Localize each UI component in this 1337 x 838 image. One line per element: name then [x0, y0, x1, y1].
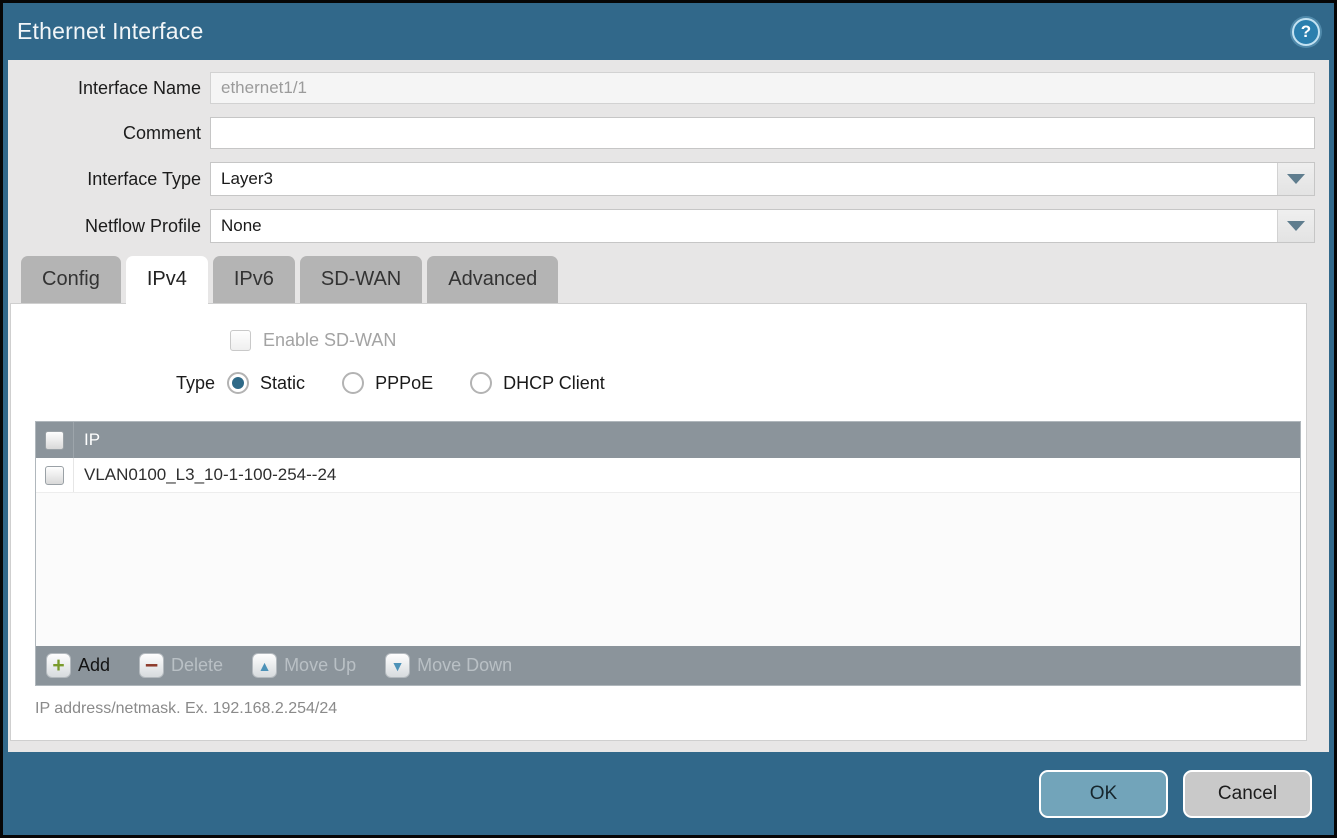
move-down-button: ▼ Move Down [385, 653, 512, 678]
help-icon[interactable]: ? [1292, 18, 1320, 46]
radio-pppoe[interactable] [342, 372, 364, 394]
radio-static[interactable] [227, 372, 249, 394]
interface-type-value: Layer3 [211, 163, 1277, 195]
cancel-button[interactable]: Cancel [1183, 770, 1312, 818]
move-up-button-label: Move Up [284, 655, 356, 676]
interface-type-dropdown[interactable]: Layer3 [210, 162, 1315, 196]
netflow-profile-label: Netflow Profile [8, 216, 210, 237]
move-up-button: ▲ Move Up [252, 653, 356, 678]
comment-row: Comment [8, 117, 1315, 149]
tab-bar: Config IPv4 IPv6 SD-WAN Advanced [21, 256, 1329, 303]
add-icon: + [46, 653, 71, 678]
move-down-icon: ▼ [385, 653, 410, 678]
tab-config[interactable]: Config [21, 256, 121, 303]
ip-format-hint: IP address/netmask. Ex. 192.168.2.254/24 [35, 700, 1306, 718]
tab-ipv6[interactable]: IPv6 [213, 256, 295, 303]
table-empty-area [36, 493, 1300, 646]
ip-cell: VLAN0100_L3_10-1-100-254--24 [74, 465, 336, 485]
add-button[interactable]: + Add [46, 653, 110, 678]
interface-name-label: Interface Name [8, 78, 210, 99]
comment-label: Comment [8, 123, 210, 144]
ipv4-panel: Enable SD-WAN Type Static PPPoE DHCP Cli… [10, 303, 1307, 741]
netflow-profile-row: Netflow Profile None [8, 209, 1315, 243]
type-radio-group: Type Static PPPoE DHCP Client [176, 372, 1306, 394]
delete-button-label: Delete [171, 655, 223, 676]
tab-sdwan[interactable]: SD-WAN [300, 256, 422, 303]
table-toolbar: + Add − Delete ▲ Move Up ▼ Move Down [36, 646, 1300, 685]
table-row[interactable]: VLAN0100_L3_10-1-100-254--24 [36, 458, 1300, 493]
enable-sdwan-label: Enable SD-WAN [263, 330, 396, 351]
radio-dhcp-client[interactable] [470, 372, 492, 394]
interface-type-label: Interface Type [8, 169, 210, 190]
enable-sdwan-checkbox [230, 330, 251, 351]
dialog-title: Ethernet Interface [17, 18, 203, 45]
dropdown-arrow-icon[interactable] [1277, 210, 1314, 242]
radio-dhcp-client-label[interactable]: DHCP Client [503, 373, 605, 394]
netflow-profile-value: None [211, 210, 1277, 242]
ip-column-header: IP [74, 430, 100, 450]
delete-button: − Delete [139, 653, 223, 678]
select-all-checkbox[interactable] [45, 431, 64, 450]
tab-ipv4[interactable]: IPv4 [126, 256, 208, 304]
ethernet-interface-dialog: Ethernet Interface ? Interface Name Comm… [0, 0, 1337, 838]
interface-form: Interface Name Comment Interface Type La… [8, 60, 1329, 243]
enable-sdwan-row: Enable SD-WAN [230, 330, 1306, 351]
move-down-button-label: Move Down [417, 655, 512, 676]
ip-table: IP VLAN0100_L3_10-1-100-254--24 + Add − … [35, 421, 1301, 686]
type-label: Type [176, 373, 215, 394]
move-up-icon: ▲ [252, 653, 277, 678]
tab-advanced[interactable]: Advanced [427, 256, 558, 303]
radio-static-label[interactable]: Static [260, 373, 305, 394]
comment-input[interactable] [210, 117, 1315, 149]
dialog-footer: OK Cancel [3, 752, 1334, 835]
interface-name-row: Interface Name [8, 72, 1315, 104]
delete-icon: − [139, 653, 164, 678]
dialog-titlebar: Ethernet Interface ? [3, 3, 1334, 60]
ip-table-header: IP [36, 422, 1300, 458]
dropdown-arrow-icon[interactable] [1277, 163, 1314, 195]
radio-pppoe-label[interactable]: PPPoE [375, 373, 433, 394]
add-button-label: Add [78, 655, 110, 676]
dialog-body: Interface Name Comment Interface Type La… [8, 60, 1329, 752]
interface-type-row: Interface Type Layer3 [8, 162, 1315, 196]
ok-button[interactable]: OK [1039, 770, 1168, 818]
interface-name-input [210, 72, 1315, 104]
row-checkbox[interactable] [45, 466, 64, 485]
netflow-profile-dropdown[interactable]: None [210, 209, 1315, 243]
